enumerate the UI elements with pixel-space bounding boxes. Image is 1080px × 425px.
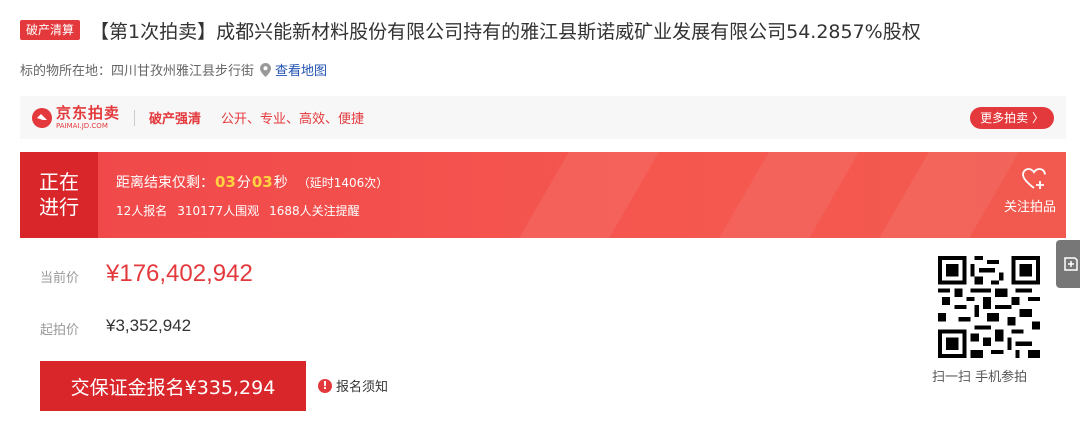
countdown-prefix: 距离结束仅剩： <box>116 175 214 191</box>
seconds-unit: 秒 <box>273 175 288 191</box>
logo-domain: PAIMAI.JD.COM <box>56 121 108 130</box>
jd-paimai-logo[interactable]: 京东拍卖 PAIMAI.JD.COM <box>32 103 121 130</box>
start-price-value: ¥3,352,942 <box>106 316 192 335</box>
registration-notice-link[interactable]: ! 报名须知 <box>318 376 388 395</box>
registrations-count: 12人报名 <box>116 204 168 218</box>
view-map-link[interactable]: 查看地图 <box>275 60 327 79</box>
reminders-count: 1688人关注提醒 <box>269 204 360 218</box>
auction-state-badge: 正在 进行 <box>20 152 98 238</box>
location-label: 标的物所在地：四川甘孜州雅江县步行街 <box>20 64 255 79</box>
extension-count: （延时1406次） <box>297 176 389 190</box>
countdown: 距离结束仅剩： 03 分 03 秒 （延时1406次） <box>116 172 388 192</box>
location-row: 标的物所在地：四川甘孜州雅江县步行街 查看地图 <box>20 60 327 79</box>
follow-item-button[interactable]: 关注拍品 <box>1004 168 1056 215</box>
feedback-icon <box>1064 257 1078 271</box>
title-row: 破产清算 【第1次拍卖】成都兴能新材料股份有限公司持有的雅江县斯诺威矿业发展有限… <box>20 14 1060 46</box>
alert-icon: ! <box>318 378 332 393</box>
map-pin-icon <box>260 62 272 77</box>
auction-stats: 12人报名 310177人围观 1688人关注提醒 <box>116 202 360 219</box>
bankruptcy-tag: 破产清算 <box>20 20 81 40</box>
jd-logo-icon <box>32 107 52 128</box>
state-line-1: 正在 <box>39 170 79 194</box>
start-price-label: 起拍价 <box>40 323 80 338</box>
divider <box>134 109 136 126</box>
state-line-2: 进行 <box>39 195 79 219</box>
qr-code <box>938 256 1040 358</box>
bankruptcy-sale-tag: 破产强清 <box>149 112 202 127</box>
side-feedback-tab[interactable] <box>1056 240 1080 288</box>
notice-label: 报名须知 <box>336 380 389 395</box>
heart-plus-icon <box>1022 168 1046 189</box>
auction-status-bar: 正在 进行 距离结束仅剩： 03 分 03 秒 （延时1406次） 12人报名 … <box>20 152 1066 238</box>
page-title: 【第1次拍卖】成都兴能新材料股份有限公司持有的雅江县斯诺威矿业发展有限公司54.… <box>90 20 921 43</box>
current-price-label: 当前价 <box>40 271 80 286</box>
views-count: 310177人围观 <box>177 204 260 218</box>
minutes-unit: 分 <box>236 175 251 191</box>
more-auctions-button[interactable]: 更多拍卖 〉 <box>970 107 1054 129</box>
logo-text: 京东拍卖 <box>56 103 121 122</box>
current-price-value: ¥176,402,942 <box>106 260 253 287</box>
countdown-minutes: 03 <box>215 173 236 191</box>
countdown-seconds: 03 <box>251 173 273 191</box>
brand-bar: 京东拍卖 PAIMAI.JD.COM 破产强清 公开、专业、高效、便捷 更多拍卖… <box>20 96 1066 139</box>
follow-label: 关注拍品 <box>1003 200 1056 215</box>
qr-caption: 扫一扫 手机参拍 <box>932 370 1028 385</box>
deposit-register-button[interactable]: 交保证金报名¥335,294 <box>40 361 306 411</box>
slogan: 公开、专业、高效、便捷 <box>221 112 365 127</box>
